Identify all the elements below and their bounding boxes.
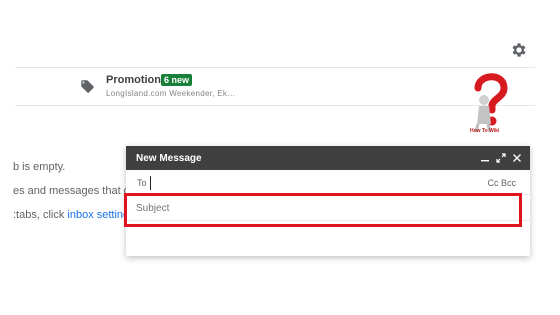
subject-highlight-box xyxy=(124,193,522,227)
empty-message: b is empty. xyxy=(13,161,66,173)
promotions-senders: LongIsland.com Weekender, Ek… xyxy=(106,89,236,98)
promotions-title: Promotions xyxy=(106,74,168,86)
compose-title: New Message xyxy=(136,153,202,164)
gear-icon[interactable] xyxy=(510,41,528,59)
close-icon[interactable] xyxy=(512,153,522,163)
to-label: To xyxy=(137,178,147,188)
row-divider-top xyxy=(15,67,535,68)
logo-caption: How To Wiki xyxy=(470,128,500,134)
expand-icon[interactable] xyxy=(496,153,506,163)
settings-hint: :tabs, click inbox settings xyxy=(13,209,135,221)
cc-bcc-link[interactable]: Cc Bcc xyxy=(487,178,516,188)
row-divider-bottom xyxy=(15,105,535,106)
to-row: To Cc Bcc xyxy=(126,170,530,195)
compose-header[interactable]: New Message xyxy=(126,146,530,170)
to-input[interactable] xyxy=(150,176,481,190)
minimize-icon[interactable] xyxy=(480,153,490,163)
empty-description: es and messages that do xyxy=(13,185,136,197)
howtowiki-logo xyxy=(474,73,508,133)
new-count-badge: 6 new xyxy=(161,74,193,86)
tag-icon xyxy=(81,80,94,93)
